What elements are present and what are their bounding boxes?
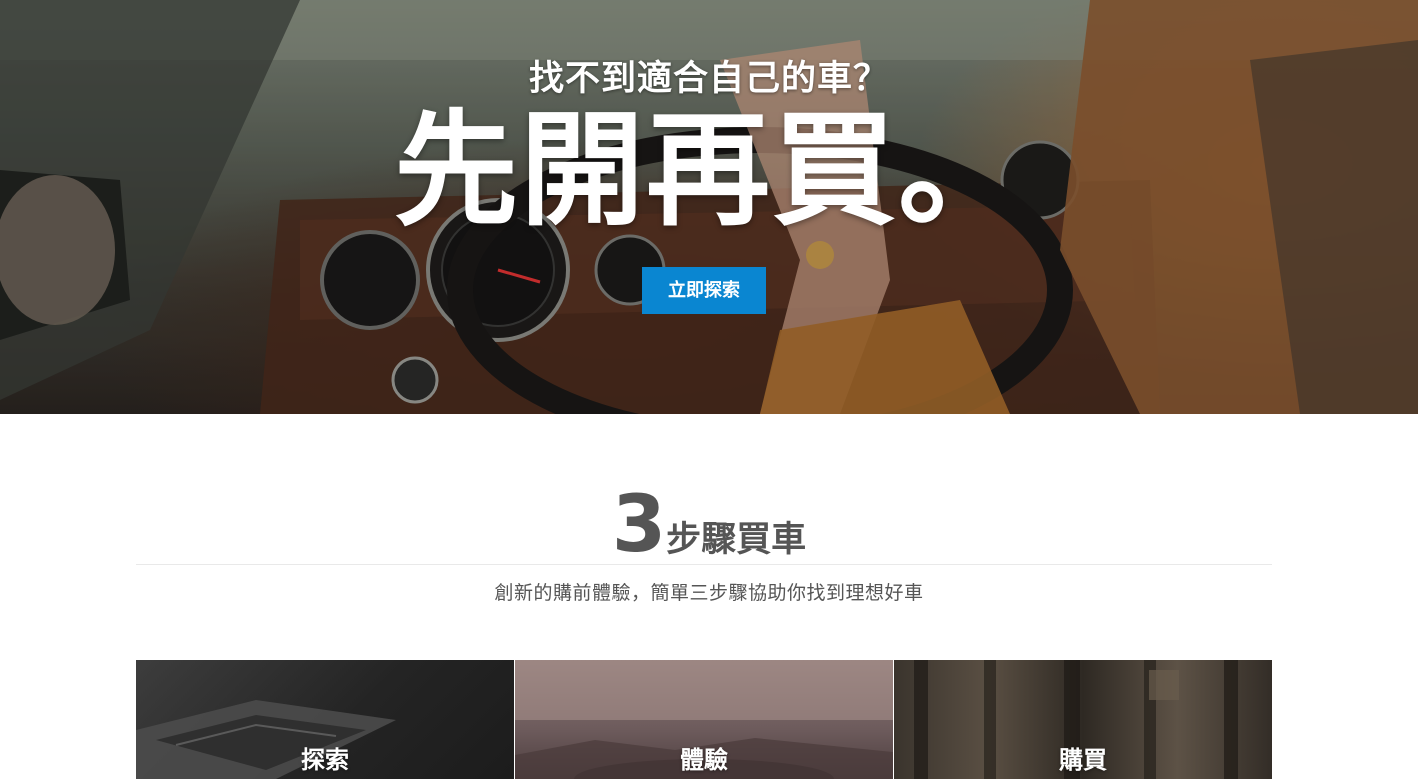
section-divider <box>136 564 1272 565</box>
hero-subtitle: 找不到適合自己的車？ <box>528 59 889 99</box>
steps-number: 3 <box>611 480 667 570</box>
steps-description: 創新的購前體驗，簡單三步驟協助你找到理想好車 <box>494 582 924 604</box>
steps-heading-text: 步驟買車 <box>666 520 807 560</box>
step-card-label: 體驗 <box>680 746 728 774</box>
step-card-experience[interactable]: 體驗 <box>515 660 893 779</box>
step-card-buy[interactable]: 購買 <box>894 660 1272 779</box>
page: 找不到適合自己的車？ 先開再買。 立即探索 3步驟買車 創新的購前體驗，簡單三步… <box>0 0 1418 779</box>
explore-now-button[interactable]: 立即探索 <box>642 267 766 314</box>
step-card-label: 購買 <box>1059 746 1107 774</box>
step-cards: 探索 體驗 購買 <box>136 660 1272 779</box>
hero-title: 先開再買。 <box>393 99 1024 243</box>
hero-banner: 找不到適合自己的車？ 先開再買。 立即探索 <box>0 0 1418 414</box>
steps-heading: 3步驟買車 <box>0 480 1418 570</box>
step-card-explore[interactable]: 探索 <box>136 660 514 779</box>
step-card-label: 探索 <box>301 746 349 774</box>
